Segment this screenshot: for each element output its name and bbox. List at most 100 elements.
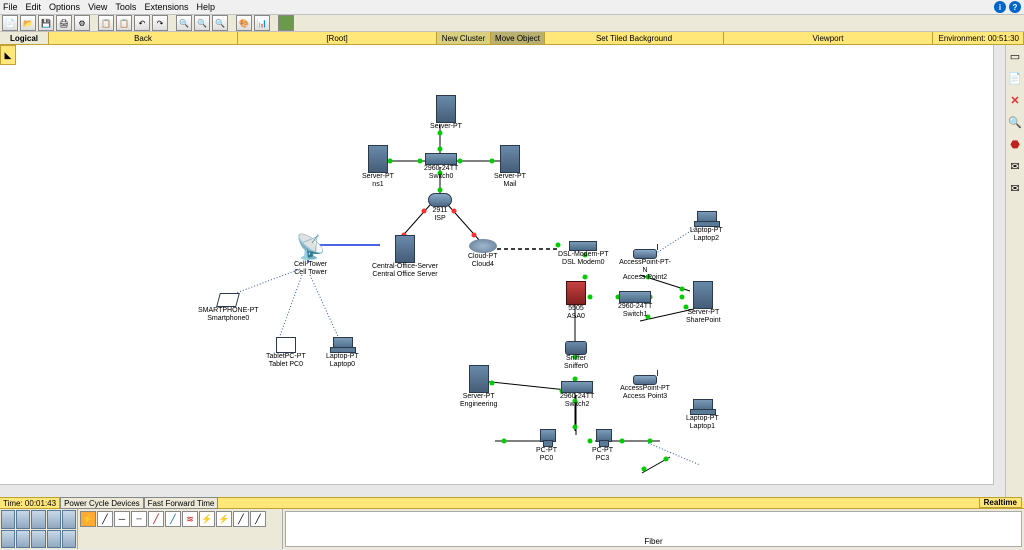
device-access-point3[interactable]: AccessPoint-PTAccess Point3 [620, 375, 670, 400]
note-tool-icon[interactable]: 📄 [1008, 71, 1022, 85]
device-laptop2[interactable]: Laptop-PTLaptop2 [690, 211, 723, 242]
menu-bar: File Edit Options View Tools Extensions … [0, 0, 1024, 15]
device-pc3[interactable]: PC-PTPC3 [592, 429, 613, 462]
zoom-in-button[interactable]: 🔍 [176, 15, 192, 31]
device-cloud4[interactable]: Cloud-PTCloud4 [468, 239, 498, 268]
cat-multiuser-icon[interactable] [62, 530, 76, 549]
help-icon[interactable]: ? [1009, 1, 1021, 13]
conn-console-icon[interactable]: ╱ [97, 511, 113, 527]
copy-button[interactable]: 📋 [98, 15, 114, 31]
device-cell-tower[interactable]: 📡Cell-TowerCell Tower [294, 235, 327, 277]
device-sniffer0[interactable]: SnifferSniffer0 [564, 341, 588, 370]
device-router-isp[interactable]: 2911ISP [428, 193, 452, 222]
print-button[interactable]: 🖨 [56, 15, 72, 31]
undo-button[interactable]: ↶ [134, 15, 150, 31]
device-laptop1[interactable]: Laptop-PTLaptop1 [686, 399, 719, 430]
topology-canvas[interactable]: Server-PT 2960-24TTSwitch0 Server-PTns1 … [0, 45, 1006, 497]
conn-usb-icon[interactable]: ╱ [250, 511, 266, 527]
menu-file[interactable]: File [3, 2, 18, 12]
logical-tab[interactable]: Logical [0, 32, 49, 44]
menu-help[interactable]: Help [196, 2, 215, 12]
selection-info: Fiber [285, 511, 1022, 547]
device-laptop0[interactable]: Laptop-PTLaptop0 [326, 337, 359, 368]
device-switch2[interactable]: 2960-24TTSwitch2 [560, 381, 594, 408]
zoom-out-button[interactable]: 🔍 [212, 15, 228, 31]
device-access-point2[interactable]: AccessPoint-PT-NAccess Point2 [618, 249, 672, 282]
conn-phone-icon[interactable]: ╱ [165, 511, 181, 527]
main-toolbar: 📄 📂 💾 🖨 ⚙ 📋 📋 ↶ ↷ 🔍 🔍 🔍 🎨 📊 [0, 15, 1024, 32]
new-cluster-button[interactable]: New Cluster [437, 32, 491, 44]
redo-button[interactable]: ↷ [152, 15, 168, 31]
conn-serial-dce-icon[interactable]: ⚡ [199, 511, 215, 527]
extras-button[interactable] [278, 15, 294, 31]
cat-wireless-icon[interactable] [47, 510, 61, 529]
menu-edit[interactable]: Edit [26, 2, 42, 12]
menu-extensions[interactable]: Extensions [144, 2, 188, 12]
cat-wan-icon[interactable] [31, 530, 45, 549]
device-server-engineering[interactable]: Server-PTEngineering [460, 365, 497, 408]
device-server-ns1[interactable]: Server-PTns1 [362, 145, 394, 188]
device-tablet[interactable]: TabletPC-PTTablet PC0 [266, 337, 306, 368]
palette-button[interactable]: 🎨 [236, 15, 252, 31]
open-button[interactable]: 📂 [20, 15, 36, 31]
move-object-button[interactable]: Move Object [491, 32, 545, 44]
conn-coax-icon[interactable]: ≋ [182, 511, 198, 527]
complex-pdu-icon[interactable]: ✉ [1008, 181, 1022, 195]
realtime-tab[interactable]: Realtime [979, 497, 1022, 508]
cat-connections-icon[interactable] [62, 510, 76, 529]
device-server-mail[interactable]: Server-PTMail [494, 145, 526, 188]
secondary-toolbar: Logical Back [Root] New Cluster Move Obj… [0, 32, 1024, 45]
select-tool-icon[interactable]: ▭ [1008, 49, 1022, 63]
custom-button[interactable]: 📊 [254, 15, 270, 31]
environment-clock[interactable]: Environment: 00:51:30 [933, 32, 1024, 44]
root-breadcrumb[interactable]: [Root] [238, 32, 437, 44]
device-switch0[interactable]: 2960-24TTSwitch0 [424, 153, 458, 180]
conn-serial-dte-icon[interactable]: ⚡ [216, 511, 232, 527]
device-switch1[interactable]: 2960-24TTSwitch1 [618, 291, 652, 318]
status-bar: Time: 00:01:43 Power Cycle Devices Fast … [0, 497, 1024, 509]
wizard-button[interactable]: ⚙ [74, 15, 90, 31]
cat-security-icon[interactable] [16, 530, 30, 549]
set-background-button[interactable]: Set Tiled Background [545, 32, 724, 44]
bottom-panel: ⚡ ╱ ─ ┄ ╱ ╱ ≋ ⚡ ⚡ ╱ ╱ Fiber [0, 509, 1024, 549]
device-pc0[interactable]: PC-PTPC0 [536, 429, 557, 462]
conn-fiber-icon[interactable]: ╱ [148, 511, 164, 527]
device-dsl-modem[interactable]: DSL-Modem-PTDSL Modem0 [558, 241, 609, 266]
conn-cross-icon[interactable]: ┄ [131, 511, 147, 527]
inspect-tool-icon[interactable]: 🔍 [1008, 115, 1022, 129]
connection-layer [0, 45, 1006, 497]
info-icon[interactable]: i [994, 1, 1006, 13]
right-toolbar: ▭ 📄 ✕ 🔍 ⬣ ✉ ✉ [1005, 45, 1024, 501]
device-category-palette[interactable] [0, 509, 78, 549]
device-server-sharepoint[interactable]: Server-PTSharePoint [686, 281, 721, 324]
menu-view[interactable]: View [88, 2, 107, 12]
conn-octal-icon[interactable]: ╱ [233, 511, 249, 527]
menu-options[interactable]: Options [49, 2, 80, 12]
cat-switches-icon[interactable] [16, 510, 30, 529]
conn-auto-icon[interactable]: ⚡ [80, 511, 96, 527]
fast-forward-button[interactable]: Fast Forward Time [144, 497, 219, 509]
menu-tools[interactable]: Tools [115, 2, 136, 12]
device-smartphone[interactable]: SMARTPHONE-PTSmartphone0 [198, 293, 259, 322]
save-button[interactable]: 💾 [38, 15, 54, 31]
power-cycle-button[interactable]: Power Cycle Devices [60, 497, 144, 509]
cat-custom-icon[interactable] [47, 530, 61, 549]
conn-straight-icon[interactable]: ─ [114, 511, 130, 527]
zoom-reset-button[interactable]: 🔍 [194, 15, 210, 31]
horizontal-scrollbar[interactable] [0, 484, 1006, 497]
workspace: ◣ [0, 45, 1024, 497]
resize-tool-icon[interactable]: ⬣ [1008, 137, 1022, 151]
connection-palette[interactable]: ⚡ ╱ ─ ┄ ╱ ╱ ≋ ⚡ ⚡ ╱ ╱ [78, 509, 283, 549]
cat-end-devices-icon[interactable] [1, 530, 15, 549]
viewport-button[interactable]: Viewport [724, 32, 933, 44]
back-button[interactable]: Back [49, 32, 238, 44]
new-button[interactable]: 📄 [2, 15, 18, 31]
simple-pdu-icon[interactable]: ✉ [1008, 159, 1022, 173]
cat-hubs-icon[interactable] [31, 510, 45, 529]
device-central-office-server[interactable]: Central-Office-ServerCentral Office Serv… [370, 235, 440, 278]
device-asa0[interactable]: 5505ASA0 [566, 281, 586, 320]
paste-button[interactable]: 📋 [116, 15, 132, 31]
device-server-top[interactable]: Server-PT [430, 95, 462, 131]
cat-routers-icon[interactable] [1, 510, 15, 529]
delete-tool-icon[interactable]: ✕ [1008, 93, 1022, 107]
